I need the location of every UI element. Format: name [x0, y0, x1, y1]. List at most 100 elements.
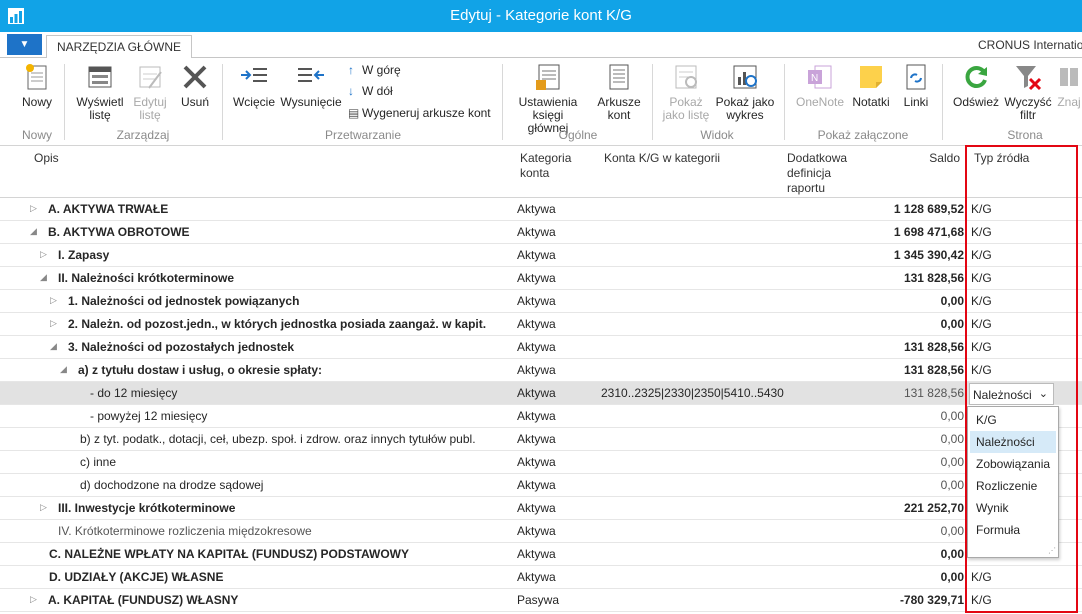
- dropdown-option[interactable]: Rozliczenie: [970, 475, 1056, 497]
- cell-balance[interactable]: 0,00: [800, 524, 964, 538]
- table-row[interactable]: c) inne Aktywa 0,00: [0, 451, 1082, 474]
- cell-source-type[interactable]: K/G: [971, 593, 992, 607]
- cell-category[interactable]: Aktywa: [517, 340, 556, 354]
- cell-balance[interactable]: 0,00: [800, 294, 964, 308]
- chevron-down-icon[interactable]: ⌄: [1039, 387, 1048, 400]
- table-row[interactable]: ▷ I. Zapasy Aktywa 1 345 390,42 K/G: [0, 244, 1082, 267]
- table-row[interactable]: ▷ A. AKTYWA TRWAŁE Aktywa 1 128 689,52 K/G: [0, 198, 1082, 221]
- cell-category[interactable]: Aktywa: [517, 248, 556, 262]
- table-row[interactable]: ◢ B. AKTYWA OBROTOWE Aktywa 1 698 471,68 K/G: [0, 221, 1082, 244]
- cell-category[interactable]: Aktywa: [517, 455, 556, 469]
- cell-balance[interactable]: 1 345 390,42: [800, 248, 964, 262]
- resize-grip-icon[interactable]: ⋰: [1048, 546, 1056, 555]
- cell-balance[interactable]: 131 828,56: [800, 386, 964, 400]
- generate-sheets-button[interactable]: ▤ Wygeneruj arkusze kont: [348, 105, 491, 121]
- cell-description[interactable]: B. AKTYWA OBROTOWE: [48, 225, 190, 239]
- collapse-icon[interactable]: ◢: [60, 364, 70, 376]
- table-row[interactable]: ◢ II. Należności krótkoterminowe Aktywa 131…: [0, 267, 1082, 290]
- column-header-balance[interactable]: Saldo: [900, 151, 960, 166]
- links-button[interactable]: Linki: [898, 62, 934, 109]
- new-button[interactable]: Nowy: [16, 62, 58, 109]
- cell-balance[interactable]: 0,00: [800, 409, 964, 423]
- cell-category[interactable]: Aktywa: [517, 317, 556, 331]
- column-header-source-type[interactable]: Typ źródła: [974, 151, 1029, 166]
- dropdown-option[interactable]: Formuła: [970, 519, 1056, 541]
- expand-icon[interactable]: ▷: [50, 295, 60, 307]
- cell-source-type[interactable]: K/G: [971, 225, 992, 239]
- column-header-description[interactable]: Opis: [34, 151, 59, 166]
- cell-source-type[interactable]: K/G: [971, 570, 992, 584]
- cell-category[interactable]: Aktywa: [517, 547, 556, 561]
- collapse-icon[interactable]: ◢: [40, 272, 50, 284]
- cell-balance[interactable]: 1 128 689,52: [800, 202, 964, 216]
- cell-category[interactable]: Aktywa: [517, 432, 556, 446]
- delete-button[interactable]: Usuń: [176, 62, 214, 109]
- cell-description[interactable]: III. Inwestycje krótkoterminowe: [58, 501, 235, 515]
- gl-setup-button[interactable]: Ustawienia księgi głównej: [512, 62, 584, 135]
- onenote-button[interactable]: N OneNote: [792, 62, 848, 109]
- cell-balance[interactable]: 0,00: [800, 547, 964, 561]
- cell-source-type[interactable]: K/G: [971, 271, 992, 285]
- cell-category[interactable]: Aktywa: [517, 294, 556, 308]
- collapse-icon[interactable]: ◢: [50, 341, 60, 353]
- dropdown-option[interactable]: Wynik: [970, 497, 1056, 519]
- column-header-additional-definition[interactable]: Dodatkowa definicja raportu: [787, 151, 859, 196]
- cell-description[interactable]: 1. Należności od jednostek powiązanych: [68, 294, 299, 308]
- cell-description[interactable]: I. Zapasy: [58, 248, 109, 262]
- table-row[interactable]: ▷ III. Inwestycje krótkoterminowe Aktywa 22…: [0, 497, 1082, 520]
- move-up-button[interactable]: ↑ W górę: [348, 62, 401, 78]
- table-row[interactable]: - do 12 miesięcy Aktywa 2310..2325|2330|23…: [0, 382, 1082, 405]
- column-header-gl-accounts[interactable]: Konta K/G w kategorii: [604, 151, 720, 166]
- outdent-button[interactable]: Wysunięcie: [280, 62, 342, 109]
- cell-category[interactable]: Aktywa: [517, 271, 556, 285]
- expand-icon[interactable]: ▷: [30, 203, 40, 215]
- cell-description[interactable]: - do 12 miesięcy: [90, 386, 177, 400]
- move-down-button[interactable]: ↓ W dół: [348, 83, 393, 99]
- cell-balance[interactable]: 221 252,70: [800, 501, 964, 515]
- expand-icon[interactable]: ▷: [30, 594, 40, 606]
- show-as-chart-button[interactable]: Pokaż jako wykres: [714, 62, 776, 122]
- cell-description[interactable]: d) dochodzone na drodze sądowej: [80, 478, 263, 492]
- find-button[interactable]: Znaj: [1056, 62, 1082, 109]
- table-row[interactable]: ◢ 3. Należności od pozostałych jednostek A…: [0, 336, 1082, 359]
- collapse-icon[interactable]: ◢: [30, 226, 40, 238]
- table-row[interactable]: d) dochodzone na drodze sądowej Aktywa 0,0…: [0, 474, 1082, 497]
- table-row[interactable]: ◢ a) z tytułu dostaw i usług, o okresie s…: [0, 359, 1082, 382]
- cell-description[interactable]: 3. Należności od pozostałych jednostek: [68, 340, 294, 354]
- clear-filter-button[interactable]: Wyczyść filtr: [1004, 62, 1052, 122]
- table-row[interactable]: ▷ 1. Należności od jednostek powiązanych A…: [0, 290, 1082, 313]
- cell-balance[interactable]: 0,00: [800, 432, 964, 446]
- table-row[interactable]: - powyżej 12 miesięcy Aktywa 0,00: [0, 405, 1082, 428]
- cell-balance[interactable]: 131 828,56: [800, 271, 964, 285]
- cell-description[interactable]: b) z tyt. podatk., dotacji, ceł, ubezp. …: [80, 432, 476, 446]
- cell-category[interactable]: Aktywa: [517, 501, 556, 515]
- cell-category[interactable]: Aktywa: [517, 524, 556, 538]
- cell-source-type[interactable]: K/G: [971, 363, 992, 377]
- indent-button[interactable]: Wcięcie: [230, 62, 278, 109]
- cell-source-type[interactable]: K/G: [971, 202, 992, 216]
- dropdown-option[interactable]: K/G: [970, 409, 1056, 431]
- table-row[interactable]: D. UDZIAŁY (AKCJE) WŁASNE Aktywa 0,00 K/G: [0, 566, 1082, 589]
- cell-balance[interactable]: 0,00: [800, 570, 964, 584]
- cell-description[interactable]: 2. Należn. od pozost.jedn., w których je…: [68, 317, 486, 331]
- table-row[interactable]: IV. Krótkoterminowe rozliczenia międzokr…: [0, 520, 1082, 543]
- cell-source-type[interactable]: K/G: [971, 248, 992, 262]
- cell-balance[interactable]: 0,00: [800, 478, 964, 492]
- cell-description[interactable]: c) inne: [80, 455, 116, 469]
- cell-balance[interactable]: -780 329,71: [800, 593, 964, 607]
- cell-balance[interactable]: 1 698 471,68: [800, 225, 964, 239]
- expand-icon[interactable]: ▷: [40, 502, 50, 514]
- cell-category[interactable]: Pasywa: [517, 593, 559, 607]
- dropdown-option[interactable]: Zobowiązania: [970, 453, 1056, 475]
- column-header-category[interactable]: Kategoria konta: [520, 151, 580, 181]
- cell-category[interactable]: Aktywa: [517, 225, 556, 239]
- cell-category[interactable]: Aktywa: [517, 478, 556, 492]
- cell-category[interactable]: Aktywa: [517, 202, 556, 216]
- cell-balance[interactable]: 131 828,56: [800, 363, 964, 377]
- account-schedules-button[interactable]: Arkusze kont: [594, 62, 644, 122]
- cell-source-type[interactable]: K/G: [971, 294, 992, 308]
- cell-gl-accounts[interactable]: 2310..2325|2330|2350|5410..5430: [601, 386, 784, 400]
- cell-category[interactable]: Aktywa: [517, 386, 556, 400]
- cell-description[interactable]: D. UDZIAŁY (AKCJE) WŁASNE: [49, 570, 223, 584]
- notes-button[interactable]: Notatki: [850, 62, 892, 109]
